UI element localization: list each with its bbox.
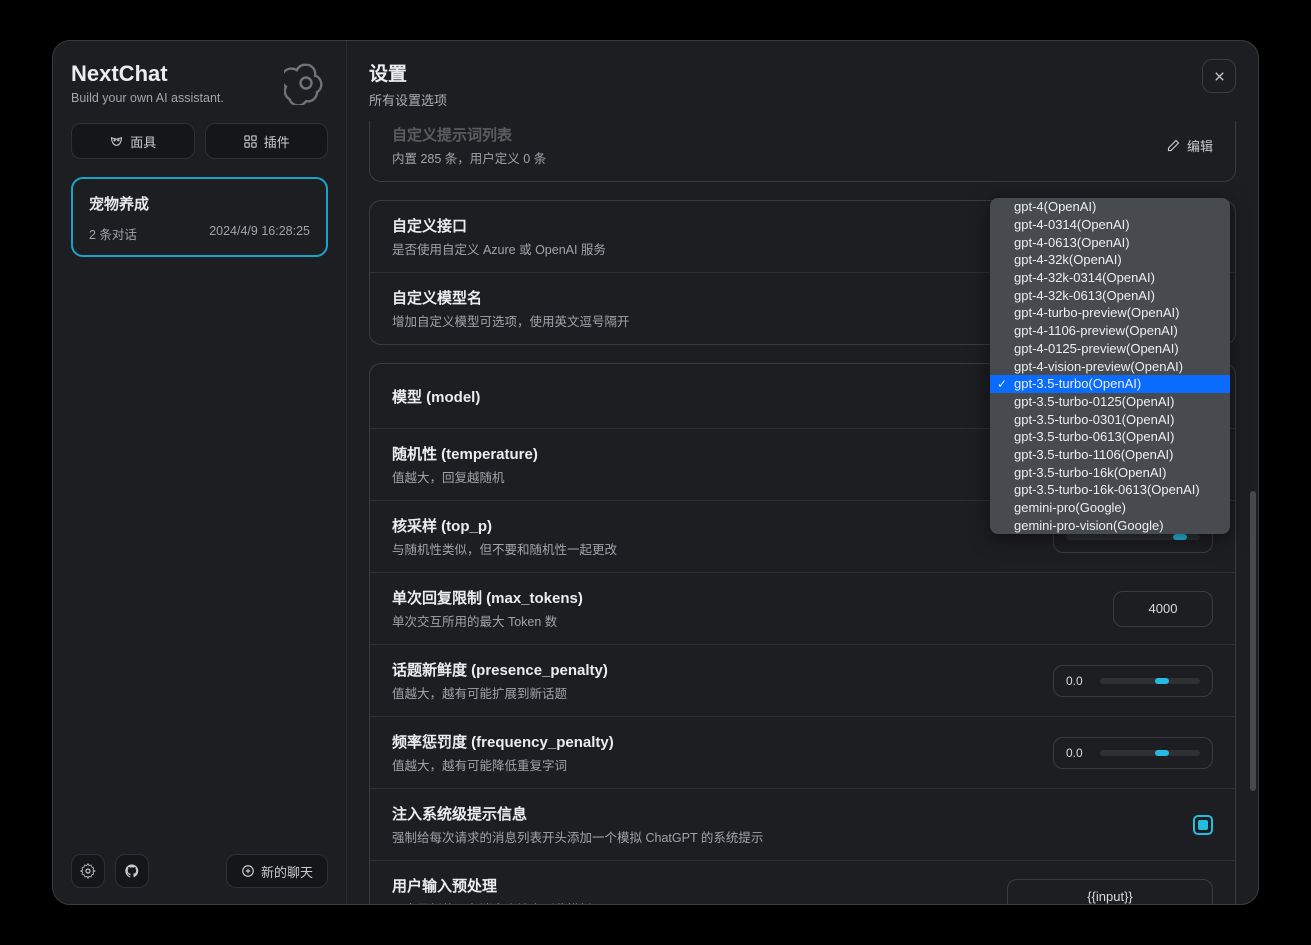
mask-tab-label: 面具 xyxy=(130,132,156,151)
new-chat-button[interactable]: 新的聊天 xyxy=(226,854,328,888)
max-tokens-value[interactable]: 4000 xyxy=(1113,591,1213,627)
model-option[interactable]: gpt-4-vision-preview(OpenAI) xyxy=(990,357,1230,375)
scrollbar-thumb[interactable] xyxy=(1250,491,1256,791)
row-inject-system: 注入系统级提示信息 强制给每次请求的消息列表开头添加一个模拟 ChatGPT 的… xyxy=(370,789,1235,861)
presence-penalty-sub: 值越大，越有可能扩展到新话题 xyxy=(392,683,1053,702)
brand-block: NextChat Build your own AI assistant. xyxy=(71,61,224,105)
model-option[interactable]: gpt-4(OpenAI) xyxy=(990,198,1230,216)
close-icon xyxy=(1212,69,1227,84)
input-template-field[interactable] xyxy=(1007,879,1213,905)
github-icon xyxy=(124,863,140,879)
openai-logo-icon xyxy=(284,61,328,105)
github-button[interactable] xyxy=(115,854,149,888)
top-p-title: 核采样 (top_p) xyxy=(392,515,1053,536)
main-header: 设置 所有设置选项 xyxy=(347,41,1258,121)
sidebar: NextChat Build your own AI assistant. 面具… xyxy=(53,41,347,904)
conversation-card[interactable]: 宠物养成 2 条对话 2024/4/9 16:28:25 xyxy=(71,177,328,257)
frequency-penalty-sub: 值越大，越有可能降低重复字词 xyxy=(392,755,1053,774)
conversation-meta: 2 条对话 2024/4/9 16:28:25 xyxy=(89,224,310,243)
row-max-tokens: 单次回复限制 (max_tokens) 单次交互所用的最大 Token 数 40… xyxy=(370,573,1235,645)
row-custom-prompts: 自定义提示词列表 内置 285 条，用户定义 0 条 编辑 xyxy=(370,121,1235,181)
model-option[interactable]: gpt-3.5-turbo-0125(OpenAI) xyxy=(990,393,1230,411)
gear-icon xyxy=(80,863,96,879)
sidebar-tabs: 面具 插件 xyxy=(71,123,328,159)
model-option[interactable]: gpt-4-32k-0314(OpenAI) xyxy=(990,269,1230,287)
max-tokens-sub: 单次交互所用的最大 Token 数 xyxy=(392,611,1113,630)
brand-title: NextChat xyxy=(71,61,224,87)
plugin-icon xyxy=(243,134,258,149)
sidebar-footer: 新的聊天 xyxy=(71,854,328,888)
temperature-title: 随机性 (temperature) xyxy=(392,443,1053,464)
close-button[interactable] xyxy=(1202,59,1236,93)
model-option[interactable]: gemini-pro(Google) xyxy=(990,499,1230,517)
page-title: 设置 xyxy=(369,59,447,86)
model-option[interactable]: gpt-4-1106-preview(OpenAI) xyxy=(990,322,1230,340)
settings-button[interactable] xyxy=(71,854,105,888)
custom-models-title: 自定义模型名 xyxy=(392,287,1007,308)
brand-tagline: Build your own AI assistant. xyxy=(71,91,224,105)
edit-icon xyxy=(1166,138,1181,153)
edit-prompts-label: 编辑 xyxy=(1187,136,1213,155)
max-tokens-title: 单次回复限制 (max_tokens) xyxy=(392,587,1113,608)
conversation-title: 宠物养成 xyxy=(89,193,310,214)
main-panel: 设置 所有设置选项 自定义提示词列表 内置 285 条，用户定义 0 条 编辑 xyxy=(347,41,1258,904)
custom-models-sub: 增加自定义模型可选项，使用英文逗号隔开 xyxy=(392,311,1007,330)
temperature-sub: 值越大，回复越随机 xyxy=(392,467,1053,486)
presence-penalty-slider[interactable]: 0.0 xyxy=(1053,665,1213,697)
model-option[interactable]: gpt-4-0613(OpenAI) xyxy=(990,233,1230,251)
model-option[interactable]: gpt-4-0314(OpenAI) xyxy=(990,216,1230,234)
mask-tab-button[interactable]: 面具 xyxy=(71,123,195,159)
frequency-penalty-title: 频率惩罚度 (frequency_penalty) xyxy=(392,731,1053,752)
model-option[interactable]: gemini-pro-vision(Google) xyxy=(990,516,1230,534)
model-dropdown[interactable]: gpt-4(OpenAI)gpt-4-0314(OpenAI)gpt-4-061… xyxy=(990,198,1230,534)
plus-circle-icon xyxy=(241,864,255,878)
plugin-tab-button[interactable]: 插件 xyxy=(205,123,329,159)
input-template-sub: 用户最新的一条消息会填充到此模板 xyxy=(392,899,1007,904)
model-option[interactable]: gpt-3.5-turbo-0613(OpenAI) xyxy=(990,428,1230,446)
conversation-count: 2 条对话 xyxy=(89,224,137,243)
new-chat-label: 新的聊天 xyxy=(261,862,313,881)
frequency-penalty-value: 0.0 xyxy=(1066,746,1090,760)
top-p-sub: 与随机性类似，但不要和随机性一起更改 xyxy=(392,539,1053,558)
inject-system-toggle[interactable] xyxy=(1193,815,1213,835)
frequency-penalty-slider[interactable]: 0.0 xyxy=(1053,737,1213,769)
sidebar-header: NextChat Build your own AI assistant. xyxy=(71,61,328,105)
presence-penalty-value: 0.0 xyxy=(1066,674,1090,688)
plugin-tab-label: 插件 xyxy=(264,132,290,151)
model-option[interactable]: gpt-3.5-turbo-16k(OpenAI) xyxy=(990,463,1230,481)
model-option[interactable]: gpt-3.5-turbo(OpenAI) xyxy=(990,375,1230,393)
conversation-timestamp: 2024/4/9 16:28:25 xyxy=(209,224,310,243)
model-option[interactable]: gpt-3.5-turbo-16k-0613(OpenAI) xyxy=(990,481,1230,499)
presence-penalty-title: 话题新鲜度 (presence_penalty) xyxy=(392,659,1053,680)
inject-system-sub: 强制给每次请求的消息列表开头添加一个模拟 ChatGPT 的系统提示 xyxy=(392,827,1193,846)
model-option[interactable]: gpt-4-turbo-preview(OpenAI) xyxy=(990,304,1230,322)
model-option[interactable]: gpt-3.5-turbo-1106(OpenAI) xyxy=(990,446,1230,464)
row-presence-penalty: 话题新鲜度 (presence_penalty) 值越大，越有可能扩展到新话题 … xyxy=(370,645,1235,717)
row-frequency-penalty: 频率惩罚度 (frequency_penalty) 值越大，越有可能降低重复字词… xyxy=(370,717,1235,789)
model-title: 模型 (model) xyxy=(392,386,1013,407)
custom-prompts-title: 自定义提示词列表 xyxy=(392,124,1166,145)
row-input-template: 用户输入预处理 用户最新的一条消息会填充到此模板 xyxy=(370,861,1235,904)
app-window: NextChat Build your own AI assistant. 面具… xyxy=(52,40,1259,905)
inject-system-title: 注入系统级提示信息 xyxy=(392,803,1193,824)
model-option[interactable]: gpt-4-32k(OpenAI) xyxy=(990,251,1230,269)
model-option[interactable]: gpt-4-0125-preview(OpenAI) xyxy=(990,340,1230,358)
card-prompts: 自定义提示词列表 内置 285 条，用户定义 0 条 编辑 xyxy=(369,121,1236,182)
custom-prompts-sub: 内置 285 条，用户定义 0 条 xyxy=(392,148,1166,167)
header-text: 设置 所有设置选项 xyxy=(369,59,447,109)
model-option[interactable]: gpt-3.5-turbo-0301(OpenAI) xyxy=(990,410,1230,428)
edit-prompts-button[interactable]: 编辑 xyxy=(1166,136,1213,155)
page-subtitle: 所有设置选项 xyxy=(369,90,447,109)
model-option[interactable]: gpt-4-32k-0613(OpenAI) xyxy=(990,286,1230,304)
input-template-title: 用户输入预处理 xyxy=(392,875,1007,896)
mask-icon xyxy=(109,134,124,149)
